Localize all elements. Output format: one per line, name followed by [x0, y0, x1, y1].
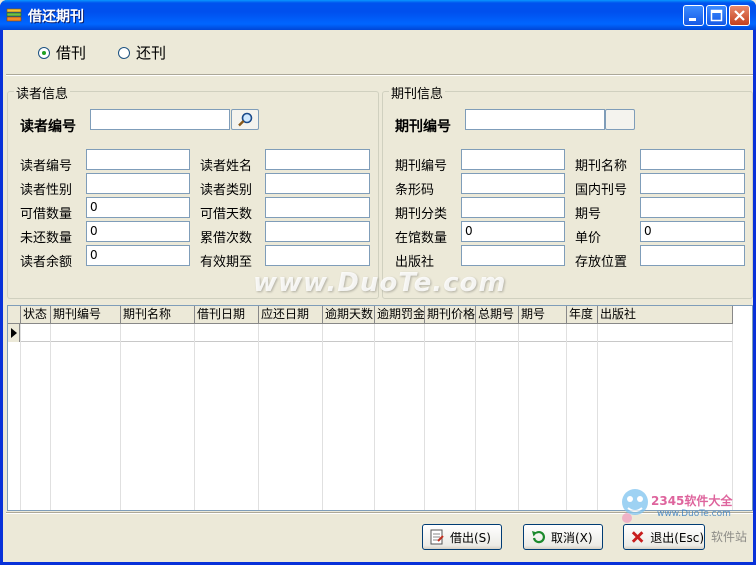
grid-column-header[interactable]: 借刊日期: [195, 306, 259, 324]
table-row[interactable]: [8, 324, 733, 342]
periodical-field-label: 期刊分类: [395, 207, 448, 222]
domestic-issn-field[interactable]: [640, 173, 745, 194]
grid-column-header[interactable]: 状态: [21, 306, 51, 324]
grid-column-header[interactable]: 年度: [567, 306, 598, 324]
return-radio[interactable]: 还刊: [118, 42, 166, 63]
reader-info-legend: 读者信息: [14, 83, 71, 102]
periodical-name-field[interactable]: [640, 149, 745, 170]
periodical-field-label: 国内刊号: [575, 183, 628, 198]
storage-location-field[interactable]: [640, 245, 745, 266]
grid-column-header[interactable]: 总期号: [476, 306, 519, 324]
unit-price-field[interactable]: 0: [640, 221, 745, 242]
grid-column-header[interactable]: 期号: [519, 306, 567, 324]
grid-header: 状态 期刊编号 期刊名称 借刊日期 应还日期 逾期天数 逾期罚金 期刊价格 总期…: [8, 306, 733, 324]
reader-field-label: 有效期至: [200, 255, 253, 270]
in-stock-count-field[interactable]: 0: [461, 221, 565, 242]
title-bar[interactable]: 借还期刊: [0, 0, 756, 30]
valid-until-field[interactable]: [265, 245, 370, 266]
borrow-radio[interactable]: 借刊: [38, 42, 86, 63]
lend-doc-icon: [430, 529, 444, 545]
borrow-return-window: 借还期刊 借刊 还刊 读者信息 读者编号 读者编号 读者姓名 读者性别 读者类别…: [0, 0, 756, 565]
periodical-field-label: 期刊编号: [395, 159, 448, 174]
reader-balance-field[interactable]: 0: [86, 245, 190, 266]
reader-field-label: 可借天数: [200, 207, 253, 222]
borrow-records-grid[interactable]: 状态 期刊编号 期刊名称 借刊日期 应还日期 逾期天数 逾期罚金 期刊价格 总期…: [7, 305, 753, 511]
reader-search-input[interactable]: [90, 109, 230, 130]
reader-id-field[interactable]: [86, 149, 190, 170]
mascot-icon: [622, 489, 648, 523]
magnifier-icon: [238, 112, 253, 127]
lend-button[interactable]: 借出(S): [422, 524, 502, 550]
grid-column-header[interactable]: 期刊价格: [425, 306, 476, 324]
reader-search-button[interactable]: [231, 109, 259, 130]
grid-column-header[interactable]: 逾期天数: [323, 306, 375, 324]
borrowable-days-field[interactable]: [265, 197, 370, 218]
periodical-field-label: 期刊名称: [575, 159, 628, 174]
borrow-radio-label: 借刊: [56, 44, 87, 62]
category-field[interactable]: [461, 197, 565, 218]
reader-field-label: 可借数量: [20, 207, 73, 222]
reader-field-label: 未还数量: [20, 231, 73, 246]
grid-column-header[interactable]: 逾期罚金: [375, 306, 425, 324]
cancel-button[interactable]: 取消(X): [523, 524, 603, 550]
periodical-info-legend: 期刊信息: [389, 83, 446, 102]
center-watermark: www.DuoTe.com: [253, 268, 507, 298]
top-divider: [6, 74, 753, 76]
unreturned-count-field[interactable]: 0: [86, 221, 190, 242]
reader-name-field[interactable]: [265, 149, 370, 170]
issue-number-field[interactable]: [640, 197, 745, 218]
logo-url-text: www.DuoTe.com: [657, 509, 731, 519]
lend-button-label: 借出(S): [450, 530, 491, 545]
undo-icon: [532, 530, 545, 544]
reader-type-field[interactable]: [265, 173, 370, 194]
current-row-arrow-icon: [8, 324, 20, 342]
reader-field-label: 读者编号: [20, 159, 73, 174]
software-site-watermark: 2345软件大全 www.DuoTe.com 软件站: [615, 484, 756, 544]
close-icon[interactable]: [729, 5, 750, 26]
grid-column-header[interactable]: 应还日期: [259, 306, 323, 324]
logo-brand-text: 2345软件大全: [651, 494, 733, 508]
radio-checked-icon: [38, 46, 50, 59]
periodical-field-label: 单价: [575, 231, 602, 246]
reader-gender-field[interactable]: [86, 173, 190, 194]
periodical-lookup-button[interactable]: [605, 109, 635, 130]
reader-field-label: 读者性别: [20, 183, 73, 198]
total-borrow-field[interactable]: [265, 221, 370, 242]
grid-column-header[interactable]: 出版社: [598, 306, 733, 324]
reader-search-label: 读者编号: [20, 119, 76, 135]
periodical-search-label: 期刊编号: [395, 119, 451, 135]
grid-column-header[interactable]: 期刊名称: [121, 306, 195, 324]
grid-column-header[interactable]: 期刊编号: [51, 306, 121, 324]
reader-field-label: 读者类别: [200, 183, 253, 198]
window-title: 借还期刊: [28, 9, 84, 25]
periodical-search-input[interactable]: [465, 109, 605, 130]
maximize-icon[interactable]: [706, 5, 727, 26]
cancel-button-label: 取消(X): [551, 530, 593, 545]
periodical-field-label: 存放位置: [575, 255, 628, 270]
reader-field-label: 读者姓名: [200, 159, 253, 174]
periodical-id-field[interactable]: [461, 149, 565, 170]
periodical-field-label: 期号: [575, 207, 602, 222]
borrowable-count-field[interactable]: 0: [86, 197, 190, 218]
periodical-field-label: 在馆数量: [395, 231, 448, 246]
return-radio-label: 还刊: [136, 44, 167, 62]
minimize-icon[interactable]: [683, 5, 704, 26]
barcode-field[interactable]: [461, 173, 565, 194]
app-books-icon: [6, 8, 22, 22]
logo-bottom-text: 软件站: [711, 530, 748, 544]
reader-field-label: 累借次数: [200, 231, 253, 246]
grid-corner: [8, 306, 21, 324]
periodical-field-label: 条形码: [395, 183, 435, 198]
publisher-field[interactable]: [461, 245, 565, 266]
reader-field-label: 读者余额: [20, 255, 73, 270]
radio-unchecked-icon: [118, 46, 130, 59]
